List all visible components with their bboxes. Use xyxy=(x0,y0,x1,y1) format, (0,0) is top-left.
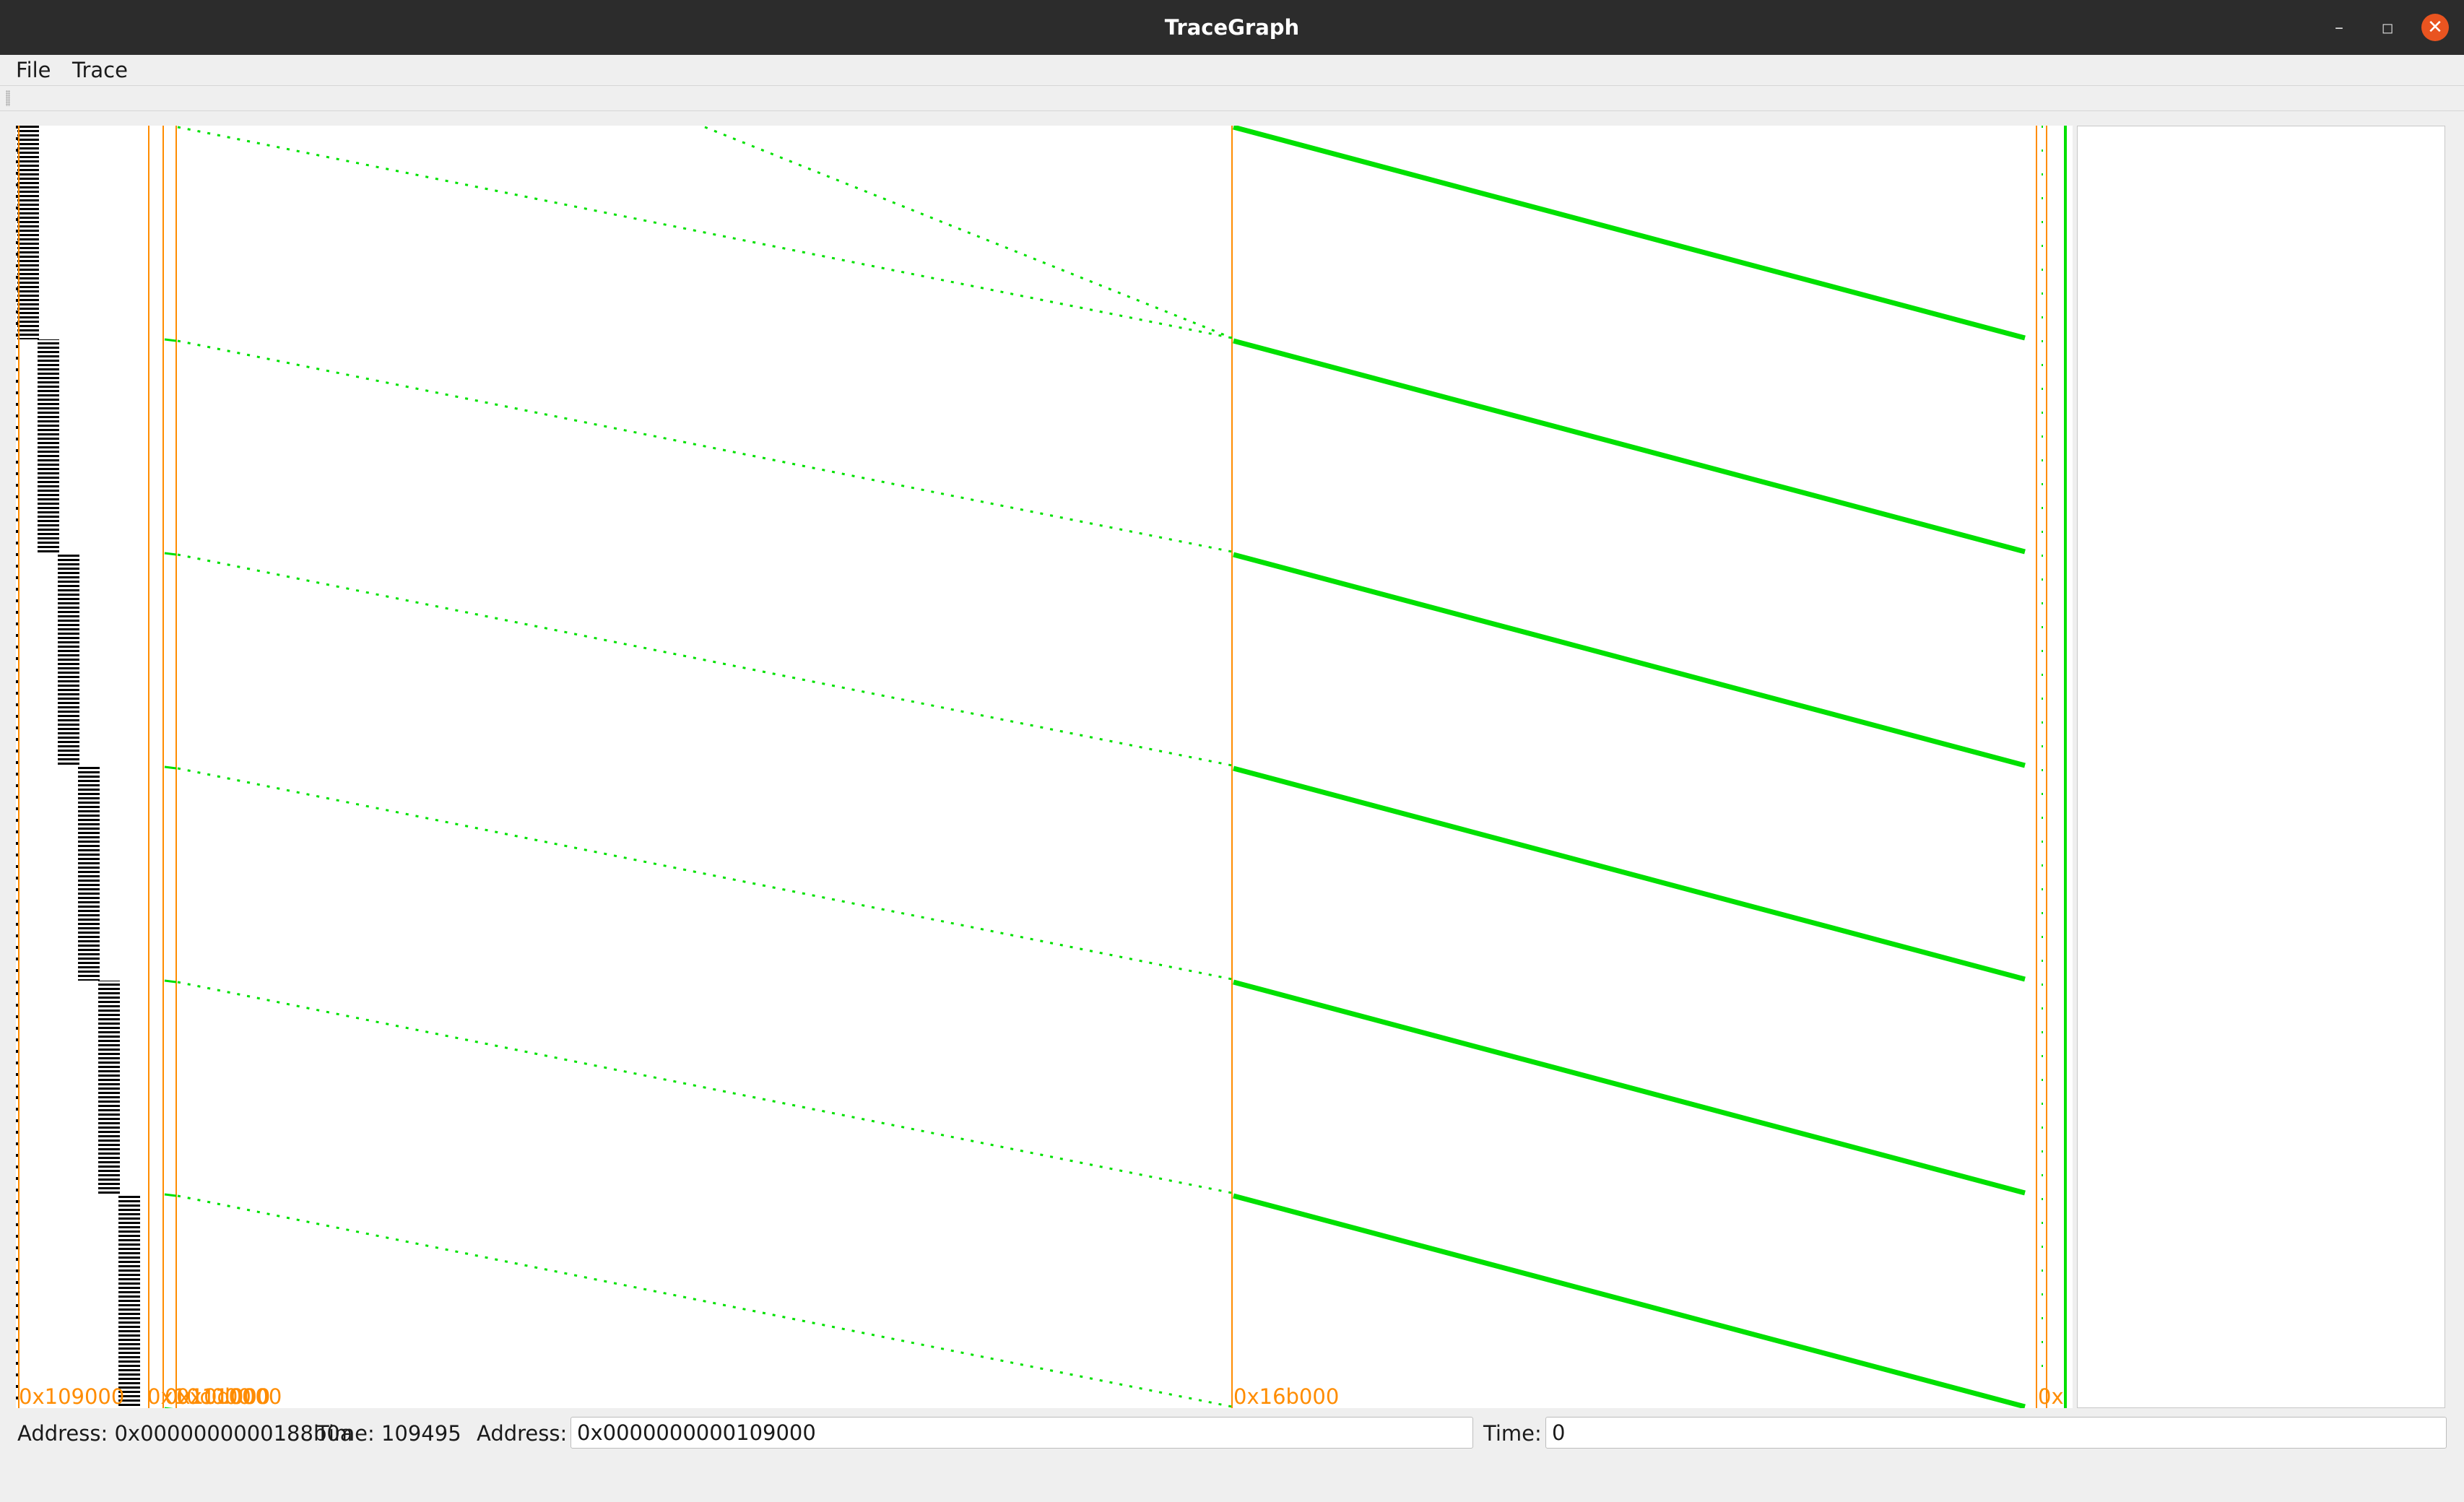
time-field-label: Time: xyxy=(1483,1421,1542,1446)
trace-segment xyxy=(704,126,1233,339)
time-input[interactable] xyxy=(1545,1417,2447,1449)
trace-segment-dense xyxy=(1233,552,2026,768)
side-panel xyxy=(2077,126,2445,1408)
trace-tick xyxy=(164,552,177,556)
trace-segment-dense xyxy=(1233,765,2026,982)
hover-address-readout: Address: 0x0000000000188b0a xyxy=(17,1421,353,1446)
region-label: 0x xyxy=(2038,1384,2064,1408)
title-bar: TraceGraph – ◻ ✕ xyxy=(0,0,2464,55)
trace-segment-dense xyxy=(1233,124,2026,341)
region-label: 0x110000 xyxy=(176,1384,282,1408)
trace-segment xyxy=(177,981,1233,1194)
early-trace-block xyxy=(17,126,39,339)
trace-segment xyxy=(177,339,1233,553)
menu-trace[interactable]: Trace xyxy=(72,55,128,85)
toolbar xyxy=(0,85,2464,111)
status-bar: Address: 0x0000000000188b0a Time: 109495… xyxy=(0,1411,2464,1456)
trace-segment xyxy=(177,767,1233,981)
trace-plot-canvas: 0x109000 0x10c0000x10d0000x110000 0x16b000… xyxy=(16,124,2067,1411)
region-label: 0x109000 xyxy=(19,1384,124,1408)
maximize-button[interactable]: ◻ xyxy=(2374,14,2401,41)
minimize-button[interactable]: – xyxy=(2325,14,2353,41)
address-field-label: Address: xyxy=(477,1421,568,1446)
trace-segment-dense xyxy=(1233,338,2026,555)
trace-segment-dense xyxy=(1233,979,2026,1196)
trace-segment-dense xyxy=(1233,1193,2026,1410)
hover-time-readout: Time: 109495 xyxy=(316,1421,461,1446)
menu-bar: File Trace xyxy=(0,55,2464,85)
address-input[interactable] xyxy=(571,1417,1473,1449)
trace-tick xyxy=(164,338,177,342)
close-button[interactable]: ✕ xyxy=(2421,14,2449,41)
trace-tick xyxy=(164,765,177,770)
trace-segment xyxy=(177,126,1233,339)
trace-tick xyxy=(164,1193,177,1197)
trace-plot[interactable]: 0x109000 0x10c000 0x10d000 0x110000 0x16b000… xyxy=(16,124,2073,1411)
early-trace-block xyxy=(78,767,100,981)
trace-segment xyxy=(177,553,1233,767)
early-trace-block xyxy=(38,339,59,553)
early-trace-block xyxy=(58,553,79,767)
early-trace-block xyxy=(118,1194,140,1408)
menu-file[interactable]: File xyxy=(16,55,51,85)
trace-segment xyxy=(177,1194,1233,1408)
window-title: TraceGraph xyxy=(1164,15,1300,40)
toolbar-handle[interactable] xyxy=(6,90,10,106)
early-trace-block xyxy=(98,981,120,1194)
trace-tick xyxy=(164,979,177,984)
region-label: 0x16b000 xyxy=(1233,1384,1339,1408)
